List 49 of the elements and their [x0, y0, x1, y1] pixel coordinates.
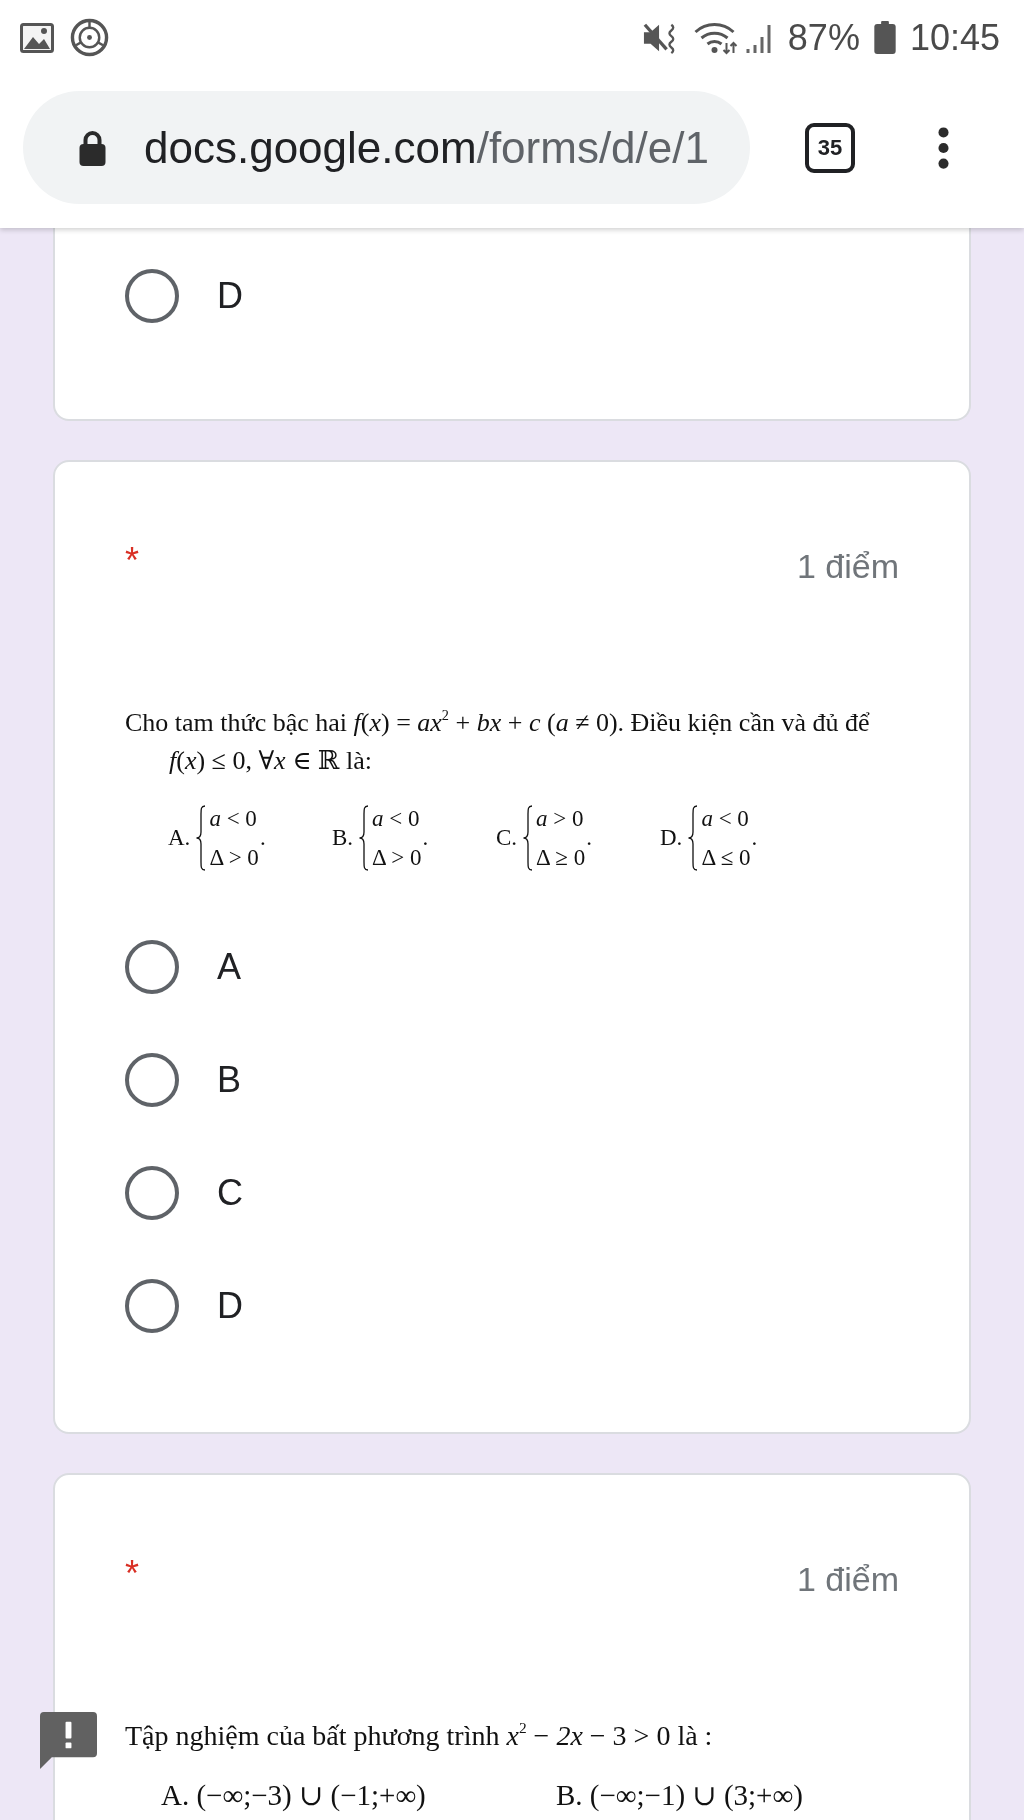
inequality-text: a < 0: [209, 805, 258, 832]
choice-text: B. (−∞;−1) ∪ (3;+∞): [556, 1778, 804, 1812]
choice-label: C.: [496, 825, 518, 851]
inequality-text: a > 0: [536, 805, 585, 832]
inequality-text: Δ > 0: [372, 844, 422, 871]
choice-label: A.: [168, 825, 191, 851]
option-label[interactable]: C: [217, 1172, 243, 1214]
inequality-text: a < 0: [372, 805, 421, 832]
curly-brace-icon: [195, 805, 208, 871]
curly-brace-icon: [358, 805, 371, 871]
inequality-text: Δ ≤ 0: [701, 844, 751, 871]
points-label: 1 điểm: [796, 546, 899, 586]
inequality-text: Δ > 0: [209, 844, 259, 871]
inequality-text: a < 0: [701, 805, 750, 832]
required-asterisk: *: [125, 1559, 139, 1589]
question-text: Tập nghiệm của bất phương trình x$^{2}$ − 2x − 3 > 0 là :: [125, 1718, 714, 1753]
curly-brace-icon: [687, 805, 700, 871]
clock-time: 10:45: [909, 17, 1000, 58]
battery-icon: [873, 21, 896, 54]
required-asterisk: *: [125, 546, 139, 576]
points-label: 1 điểm: [796, 1559, 899, 1599]
url-text[interactable]: docs.google.com/forms/d/e/1: [144, 121, 709, 174]
inequality-text: Δ ≥ 0: [536, 844, 586, 871]
menu-icon[interactable]: [938, 125, 949, 170]
option-label[interactable]: D: [217, 1285, 243, 1327]
option-label[interactable]: B: [217, 1059, 241, 1101]
choice-label: D.: [660, 825, 683, 851]
gallery-icon: [20, 22, 54, 53]
aperture-icon: [70, 18, 109, 57]
radio-button[interactable]: [125, 1279, 179, 1333]
choice-text: A. (−∞;−3) ∪ (−1;+∞): [161, 1778, 427, 1812]
radio-button[interactable]: [125, 269, 179, 323]
period-mark: .: [586, 825, 592, 851]
period-mark: .: [259, 825, 266, 851]
lock-icon: [77, 129, 108, 166]
radio-button[interactable]: [125, 940, 179, 994]
address-bar[interactable]: docs.google.com/forms/d/e/1: [23, 91, 750, 204]
choice-label: B.: [332, 825, 354, 851]
period-mark: .: [751, 825, 758, 851]
question-text: Cho tam thức bậc hai f(x) = ax$^{2}$ + bx + c (a ≠ 0). Điều kiện cần và đủ để f(x) ≤ 0, ∀x ∈ ℝ là:: [125, 706, 871, 777]
tab-switcher-button[interactable]: 35: [805, 122, 855, 173]
wifi-icon: [692, 20, 738, 55]
period-mark: .: [422, 825, 429, 851]
battery-percent: 87%: [787, 17, 860, 58]
radio-button[interactable]: [125, 1166, 179, 1220]
option-label[interactable]: A: [217, 946, 241, 988]
curly-brace-icon: [522, 805, 535, 871]
option-label[interactable]: D: [217, 275, 243, 317]
radio-button[interactable]: [125, 1053, 179, 1107]
